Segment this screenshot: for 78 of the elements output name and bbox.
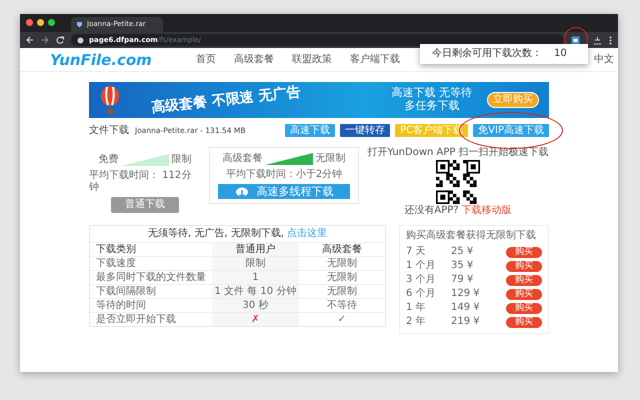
buy-button[interactable]: 购买 — [506, 316, 542, 328]
back-icon — [26, 36, 34, 44]
nav-link[interactable]: 首页 — [196, 54, 216, 66]
nav-link[interactable]: 联盟政策 — [292, 54, 332, 66]
normal-download-button[interactable]: 普通下载 — [111, 197, 179, 213]
plan-period: 1 年 — [406, 302, 427, 314]
extension-icon — [593, 36, 602, 44]
banner-slogan: 高级套餐 不限速 无广告 — [150, 84, 302, 116]
buy-button[interactable]: 购买 — [506, 302, 542, 314]
plan-price: 219 ¥ — [451, 316, 481, 328]
table-cell-text: 最多同时下载的文件数量 — [95, 272, 207, 282]
banner-text: 高速下载 无等待 — [392, 87, 472, 100]
column-header: 下载类别 — [95, 244, 137, 254]
plan-price: 35 ¥ — [451, 260, 474, 272]
table-cell-text: ✓ — [336, 314, 347, 324]
meter-label: 免费 — [98, 154, 118, 166]
download-button[interactable]: 高速下载 — [285, 124, 336, 137]
app-question: 还没有APP? — [404, 205, 459, 216]
mobile-download-link[interactable]: 下载移动版 — [462, 205, 512, 216]
speed-meter-drawing — [121, 153, 169, 167]
plans-title: 购买高级套餐获得无限制下载 — [406, 230, 537, 242]
plan-period: 1 个月 — [406, 260, 437, 272]
table-cell-text: 无限制 — [326, 258, 358, 268]
download-button[interactable]: 一键转存 — [340, 124, 390, 137]
table-cell: 1 文件 每 10 分钟 — [212, 285, 299, 298]
plan-price: 129 ¥ — [451, 288, 481, 300]
promo-banner[interactable]: 高级套餐 不限速 无广告 高速下载 无等待 多任务下载 立即购买 — [89, 82, 549, 118]
table-cell: 1 — [212, 271, 299, 284]
meter-label: 无限制 — [316, 153, 346, 165]
plan-price: 25 ¥ — [451, 246, 474, 258]
table-cell: 30 秒 — [212, 299, 299, 312]
reload-icon — [56, 36, 64, 44]
popup-value: 10 — [554, 48, 567, 60]
nav-link[interactable]: 高级套餐 — [234, 54, 274, 66]
menu-icon — [609, 36, 612, 44]
meter-label: 限制 — [172, 154, 192, 166]
plan-period: 3 个月 — [406, 274, 437, 286]
table-cell-text: 等待的时间 — [95, 300, 147, 310]
table-cell-text: 无限制 — [326, 286, 358, 296]
buy-button[interactable]: 购买 — [506, 246, 542, 258]
language-link[interactable]: 中文 — [594, 54, 614, 66]
table-cell-text: 下载间隔限制 — [95, 286, 157, 296]
promo-link[interactable]: 点击这里 — [286, 228, 327, 239]
balloon-icon — [99, 85, 121, 115]
column-header: 高级套餐 — [320, 244, 363, 254]
site-logo[interactable]: YunFile.com — [50, 50, 152, 68]
plan-price: 149 ¥ — [451, 302, 481, 314]
buy-button[interactable]: 购买 — [506, 260, 542, 272]
shield-icon — [76, 21, 83, 28]
buy-now-button[interactable]: 立即购买 — [487, 92, 539, 108]
popup-label: 今日剩余可用下载次数： — [432, 48, 542, 60]
fast-download-button[interactable]: 高速多线程下载 — [218, 184, 350, 200]
forward-icon — [41, 36, 49, 44]
table-cell-text: 是否立即开始下载 — [95, 314, 177, 324]
table-cell-text: 不等待 — [326, 300, 358, 310]
plan-price: 79 ¥ — [451, 274, 474, 286]
average-time-text: 平均下载时间：小于2分钟 — [226, 169, 342, 181]
plan-period: 6 个月 — [406, 288, 437, 300]
download-button[interactable]: 免VIP高速下载 — [473, 124, 549, 137]
globe-icon — [77, 36, 84, 44]
banner-text: 多任务下载 — [403, 100, 460, 113]
buy-button[interactable]: 购买 — [506, 274, 542, 286]
meter-label: 高级套餐 — [222, 153, 262, 165]
speed-meter-drawing — [265, 152, 313, 166]
table-cell-text: 下载速度 — [95, 258, 137, 268]
file-label: 文件下载 — [89, 124, 129, 136]
plan-period: 2 年 — [406, 316, 427, 328]
average-time-text: 平均下载时间： 112分钟 — [89, 170, 192, 194]
column-header: 普通用户 — [212, 243, 299, 256]
table-cell-text: 无限制 — [326, 272, 358, 282]
table-cell: ✗ — [212, 313, 299, 326]
buy-button[interactable]: 购买 — [506, 288, 542, 300]
nav-link[interactable]: 客户端下载 — [350, 54, 400, 66]
qr-code — [436, 160, 480, 204]
plan-period: 7 天 — [406, 246, 427, 258]
table-cell: 限制 — [212, 257, 299, 270]
promo-text: 无须等待, 无广告, 无限制下载, — [148, 228, 284, 239]
cloud-download-icon — [234, 186, 248, 198]
